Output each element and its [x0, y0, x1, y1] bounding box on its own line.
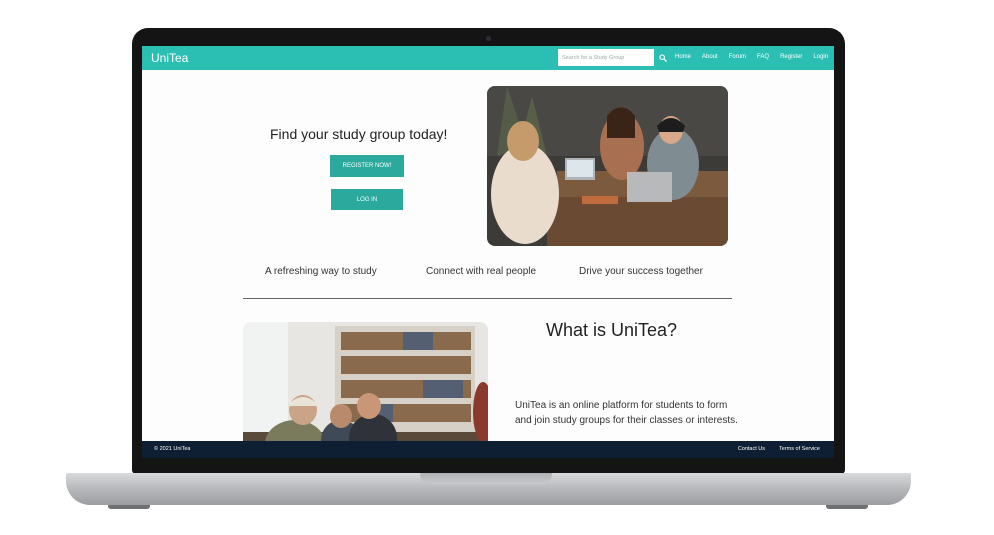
brand-logo[interactable]: UniTea [151, 51, 188, 65]
laptop-foot-left [108, 505, 150, 509]
nav-link-forum[interactable]: Forum [729, 54, 746, 60]
register-button[interactable]: REGISTER NOW! [330, 155, 404, 177]
footer: © 2021 UniTea Contact Us Terms of Servic… [142, 441, 834, 458]
login-button[interactable]: LOG IN [331, 189, 403, 210]
copyright: © 2021 UniTea [154, 446, 191, 452]
search-icon[interactable] [659, 54, 667, 62]
laptop-foot-right [826, 505, 868, 509]
footer-link-contact[interactable]: Contact Us [738, 446, 765, 452]
footer-link-terms[interactable]: Terms of Service [779, 446, 820, 452]
feature-item: Drive your success together [579, 266, 703, 277]
students-photo [487, 86, 728, 246]
feature-item: Connect with real people [426, 266, 537, 277]
search-input[interactable] [558, 49, 654, 66]
nav-link-login[interactable]: Login [813, 54, 828, 60]
laptop-notch [420, 473, 552, 484]
about-description: UniTea is an online platform for student… [515, 400, 738, 426]
nav-link-about[interactable]: About [702, 54, 718, 60]
laptop-screen: UniTea Home About Forum FAQ Register Log… [142, 46, 834, 458]
footer-links: Contact Us Terms of Service [738, 446, 820, 452]
nav-links: Home About Forum FAQ Register Login [675, 54, 828, 60]
library-photo [243, 322, 488, 458]
nav-link-register[interactable]: Register [780, 54, 802, 60]
feature-item: A refreshing way to study [265, 266, 377, 277]
section-divider [243, 298, 732, 299]
about-title: What is UniTea? [546, 320, 678, 340]
nav-link-faq[interactable]: FAQ [757, 54, 769, 60]
navbar: UniTea Home About Forum FAQ Register Log… [142, 46, 834, 70]
nav-link-home[interactable]: Home [675, 54, 691, 60]
hero-title: Find your study group today! [270, 126, 448, 142]
webcam [486, 36, 491, 41]
